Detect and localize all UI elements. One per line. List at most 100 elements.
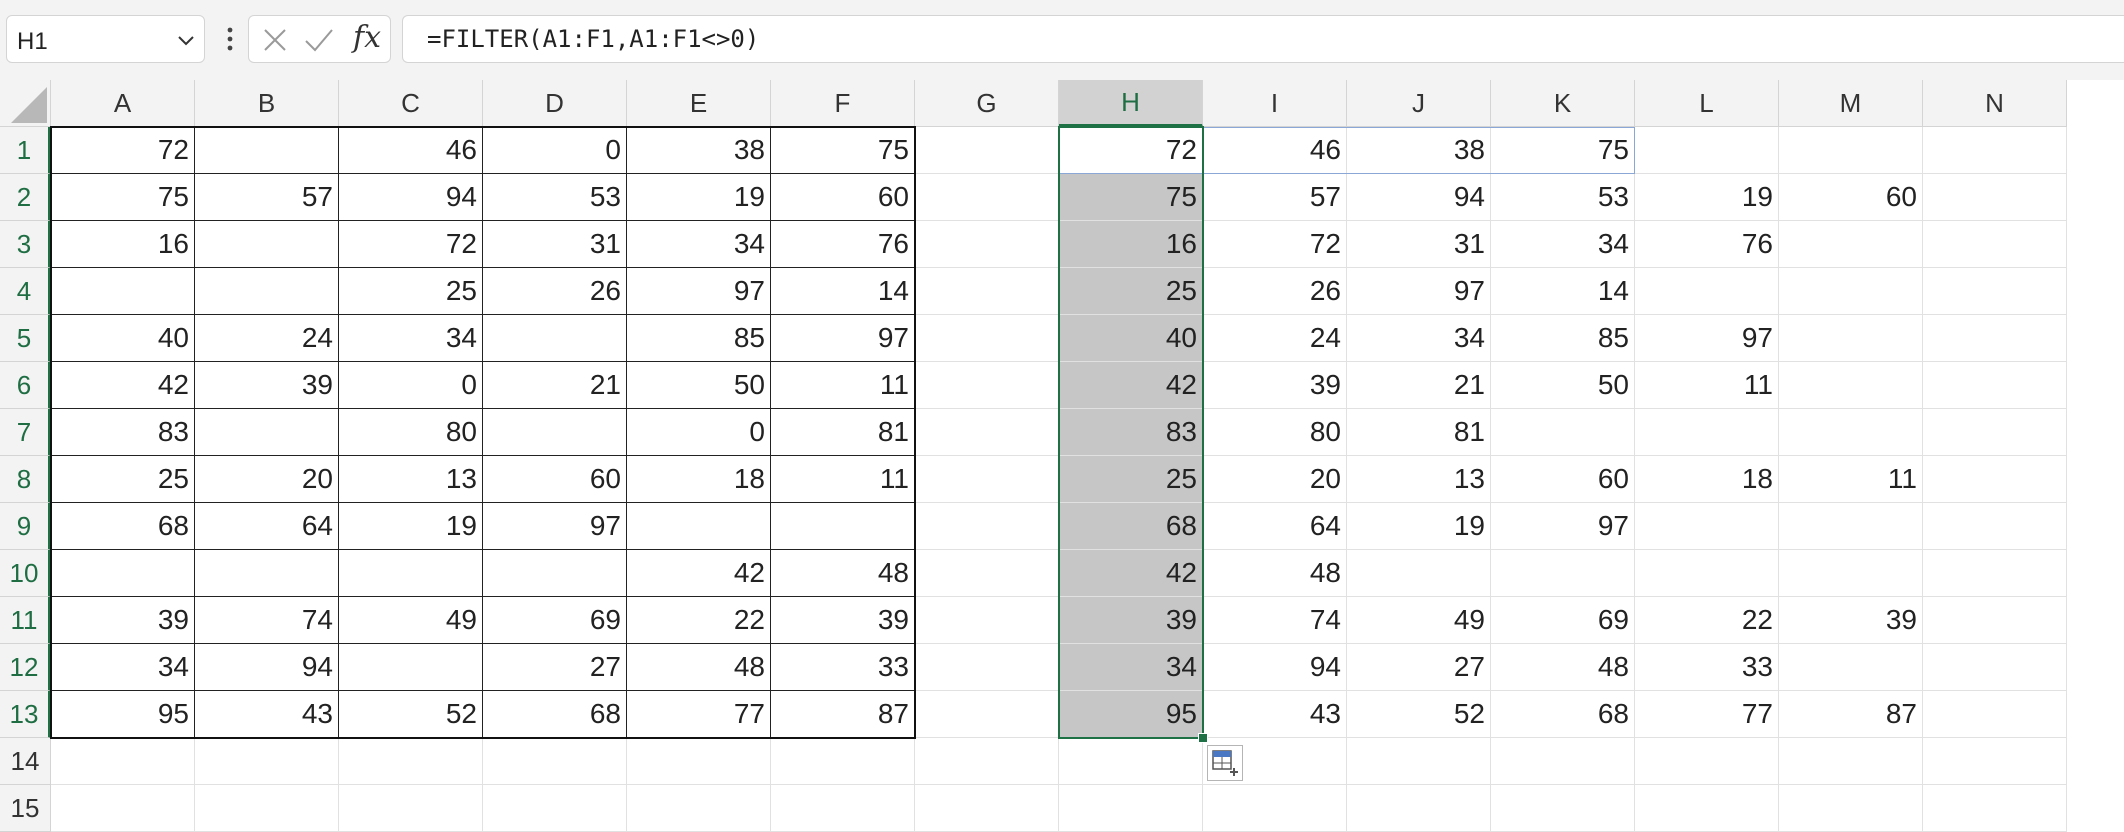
- cell-a1[interactable]: 72: [51, 127, 195, 174]
- cell-m6[interactable]: [1779, 362, 1923, 409]
- cell-i7[interactable]: 80: [1203, 409, 1347, 456]
- cell-h1[interactable]: 72: [1059, 127, 1203, 174]
- cell-d8[interactable]: 60: [483, 456, 627, 503]
- cell-k10[interactable]: [1491, 550, 1635, 597]
- cell-m1[interactable]: [1779, 127, 1923, 174]
- cell-i13[interactable]: 43: [1203, 691, 1347, 738]
- cell-i12[interactable]: 94: [1203, 644, 1347, 691]
- cell-d10[interactable]: [483, 550, 627, 597]
- cell-c7[interactable]: 80: [339, 409, 483, 456]
- cell-d13[interactable]: 68: [483, 691, 627, 738]
- cell-n8[interactable]: [1923, 456, 2067, 503]
- cell-f7[interactable]: 81: [771, 409, 915, 456]
- cell-m5[interactable]: [1779, 315, 1923, 362]
- cell-f3[interactable]: 76: [771, 221, 915, 268]
- cell-m12[interactable]: [1779, 644, 1923, 691]
- cell-k6[interactable]: 50: [1491, 362, 1635, 409]
- row-header-9[interactable]: 9: [0, 503, 51, 550]
- cell-i9[interactable]: 64: [1203, 503, 1347, 550]
- cell-j1[interactable]: 38: [1347, 127, 1491, 174]
- cell-l1[interactable]: [1635, 127, 1779, 174]
- cell-k7[interactable]: [1491, 409, 1635, 456]
- cell-l11[interactable]: 22: [1635, 597, 1779, 644]
- cell-g3[interactable]: [915, 221, 1059, 268]
- cell-j9[interactable]: 19: [1347, 503, 1491, 550]
- cell-b9[interactable]: 64: [195, 503, 339, 550]
- cell-n10[interactable]: [1923, 550, 2067, 597]
- cell-j13[interactable]: 52: [1347, 691, 1491, 738]
- cell-a14[interactable]: [51, 738, 195, 785]
- cell-d15[interactable]: [483, 785, 627, 832]
- cell-f8[interactable]: 11: [771, 456, 915, 503]
- cell-h14[interactable]: [1059, 738, 1203, 785]
- column-header-j[interactable]: J: [1347, 80, 1491, 127]
- cell-d12[interactable]: 27: [483, 644, 627, 691]
- fx-icon[interactable]: fx: [353, 20, 381, 55]
- cell-h10[interactable]: 42: [1059, 550, 1203, 597]
- cell-j8[interactable]: 13: [1347, 456, 1491, 503]
- cell-l7[interactable]: [1635, 409, 1779, 456]
- cell-a6[interactable]: 42: [51, 362, 195, 409]
- row-header-3[interactable]: 3: [0, 221, 51, 268]
- cell-c13[interactable]: 52: [339, 691, 483, 738]
- cell-g8[interactable]: [915, 456, 1059, 503]
- cell-m10[interactable]: [1779, 550, 1923, 597]
- cell-k12[interactable]: 48: [1491, 644, 1635, 691]
- cell-g14[interactable]: [915, 738, 1059, 785]
- cell-l2[interactable]: 19: [1635, 174, 1779, 221]
- cell-b5[interactable]: 24: [195, 315, 339, 362]
- cell-j10[interactable]: [1347, 550, 1491, 597]
- cell-e14[interactable]: [627, 738, 771, 785]
- row-header-10[interactable]: 10: [0, 550, 51, 597]
- cell-k9[interactable]: 97: [1491, 503, 1635, 550]
- cell-l14[interactable]: [1635, 738, 1779, 785]
- cell-b13[interactable]: 43: [195, 691, 339, 738]
- cell-h5[interactable]: 40: [1059, 315, 1203, 362]
- cell-e11[interactable]: 22: [627, 597, 771, 644]
- cell-e6[interactable]: 50: [627, 362, 771, 409]
- cell-n14[interactable]: [1923, 738, 2067, 785]
- cell-n15[interactable]: [1923, 785, 2067, 832]
- cell-f12[interactable]: 33: [771, 644, 915, 691]
- cell-l10[interactable]: [1635, 550, 1779, 597]
- cell-a12[interactable]: 34: [51, 644, 195, 691]
- cell-c6[interactable]: 0: [339, 362, 483, 409]
- cell-j4[interactable]: 97: [1347, 268, 1491, 315]
- cell-l5[interactable]: 97: [1635, 315, 1779, 362]
- column-header-m[interactable]: M: [1779, 80, 1923, 127]
- cell-d5[interactable]: [483, 315, 627, 362]
- cell-i5[interactable]: 24: [1203, 315, 1347, 362]
- column-header-f[interactable]: F: [771, 80, 915, 127]
- cell-n12[interactable]: [1923, 644, 2067, 691]
- cell-g11[interactable]: [915, 597, 1059, 644]
- column-header-d[interactable]: D: [483, 80, 627, 127]
- cell-k13[interactable]: 68: [1491, 691, 1635, 738]
- cell-d7[interactable]: [483, 409, 627, 456]
- cell-g15[interactable]: [915, 785, 1059, 832]
- cell-b7[interactable]: [195, 409, 339, 456]
- cell-c2[interactable]: 94: [339, 174, 483, 221]
- cell-f11[interactable]: 39: [771, 597, 915, 644]
- cell-e7[interactable]: 0: [627, 409, 771, 456]
- cell-h4[interactable]: 25: [1059, 268, 1203, 315]
- cell-k3[interactable]: 34: [1491, 221, 1635, 268]
- cell-l9[interactable]: [1635, 503, 1779, 550]
- cell-d11[interactable]: 69: [483, 597, 627, 644]
- cell-a2[interactable]: 75: [51, 174, 195, 221]
- cell-h6[interactable]: 42: [1059, 362, 1203, 409]
- cell-b3[interactable]: [195, 221, 339, 268]
- fill-handle[interactable]: [1198, 733, 1208, 743]
- cell-g7[interactable]: [915, 409, 1059, 456]
- cell-m9[interactable]: [1779, 503, 1923, 550]
- cell-c10[interactable]: [339, 550, 483, 597]
- cell-e9[interactable]: [627, 503, 771, 550]
- cell-f2[interactable]: 60: [771, 174, 915, 221]
- close-icon[interactable]: [261, 26, 289, 54]
- cell-i15[interactable]: [1203, 785, 1347, 832]
- row-header-4[interactable]: 4: [0, 268, 51, 315]
- row-header-8[interactable]: 8: [0, 456, 51, 503]
- cell-b8[interactable]: 20: [195, 456, 339, 503]
- cell-e13[interactable]: 77: [627, 691, 771, 738]
- select-all-button[interactable]: [0, 80, 51, 127]
- cell-a3[interactable]: 16: [51, 221, 195, 268]
